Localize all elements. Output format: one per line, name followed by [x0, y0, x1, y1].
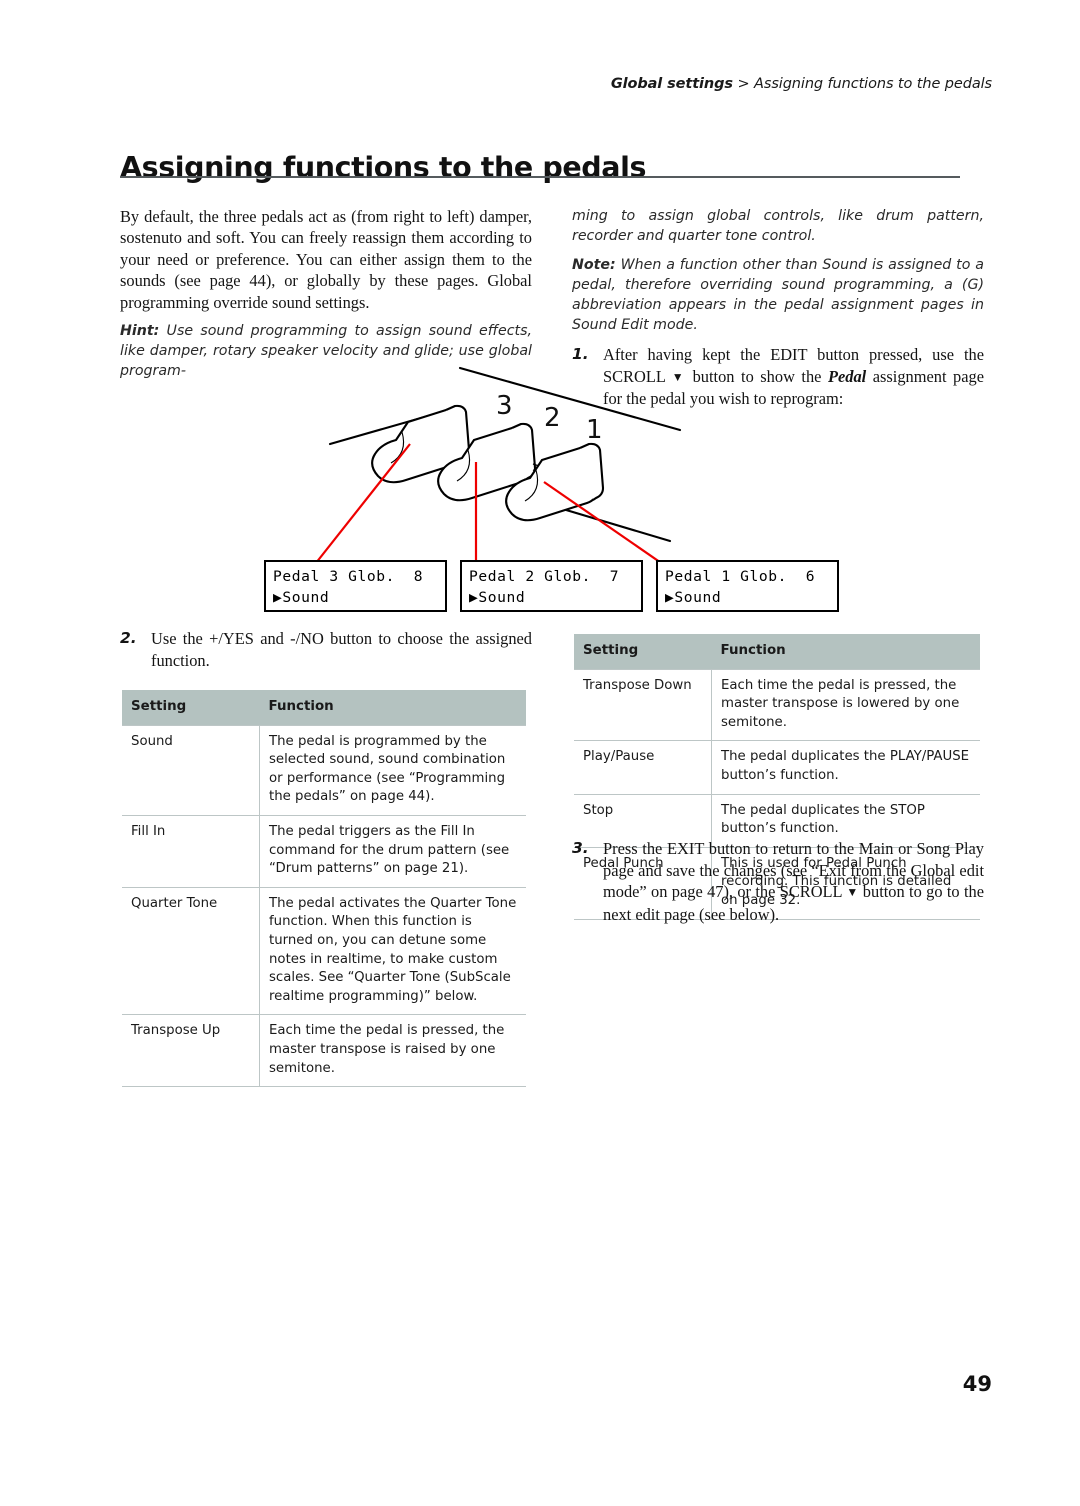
column-header-setting: Setting — [574, 634, 712, 670]
running-header-section: Global settings — [610, 76, 733, 92]
cell-function: Each time the pedal is pressed, the mast… — [711, 668, 980, 742]
lcd-pedal-2-line2: ▶Sound — [469, 589, 526, 606]
lcd-pedal-3-line1: Pedal 3 Glob. 8 — [273, 568, 424, 585]
step-3-number: 3. — [572, 839, 589, 857]
table-header-row: Setting Function — [574, 634, 980, 670]
cell-setting: Play/Pause — [574, 740, 712, 795]
lcd-pedal-1: Pedal 1 Glob. 6 ▶Sound — [656, 560, 839, 612]
scroll-down-arrow-icon: ▼ — [846, 885, 859, 900]
note-text: When a function other than Sound is assi… — [572, 257, 984, 333]
table-row: Play/Pause The pedal duplicates the PLAY… — [574, 740, 980, 795]
page-number: 49 — [962, 1372, 992, 1396]
cell-function: Each time the pedal is pressed, the mast… — [259, 1014, 526, 1088]
table-header-row: Setting Function — [122, 690, 526, 726]
cell-setting: Fill In — [122, 814, 260, 888]
cell-setting: Transpose Up — [122, 1014, 260, 1088]
cell-setting: Quarter Tone — [122, 886, 260, 1016]
title-rule — [120, 176, 960, 178]
cell-function: The pedal activates the Quarter Tone fun… — [259, 886, 526, 1016]
pedal-label-1: 1 — [586, 415, 603, 445]
intro-paragraph: By default, the three pedals act as (fro… — [120, 207, 532, 312]
column-header-setting: Setting — [122, 690, 260, 726]
hint-continuation: ming to assign global controls, like dru… — [572, 208, 984, 244]
running-header: Global settings > Assigning functions to… — [611, 76, 992, 92]
column-header-function: Function — [711, 634, 980, 670]
running-header-topic: Assigning functions to the pedals — [754, 76, 992, 92]
note-paragraph: Note: When a function other than Sound i… — [572, 255, 984, 335]
lcd-pedal-2: Pedal 2 Glob. 7 ▶Sound — [460, 560, 643, 612]
settings-table-left: Setting Function Sound The pedal is prog… — [122, 690, 526, 1088]
step-2-wrapper: 2. Use the +/YES and -/NO button to choos… — [120, 628, 532, 680]
lcd-pedal-1-line2: ▶Sound — [665, 589, 722, 606]
page-title: Assigning functions to the pedals — [120, 151, 647, 185]
step-2-text: Use the +/YES and -/NO button to choose … — [151, 629, 532, 670]
lcd-pedal-2-line1: Pedal 2 Glob. 7 — [469, 568, 620, 585]
lcd-pedal-1-line1: Pedal 1 Glob. 6 — [665, 568, 816, 585]
table-row: Transpose Up Each time the pedal is pres… — [122, 1014, 526, 1088]
hint-label: Hint: — [120, 323, 160, 340]
cell-setting: Sound — [122, 724, 260, 816]
pedal-label-3: 3 — [496, 391, 513, 421]
step-3-wrapper: 3. Press the EXIT button to return to the… — [572, 838, 984, 934]
cell-function: The pedal is programmed by the selected … — [259, 724, 526, 816]
lcd-pedal-3: Pedal 3 Glob. 8 ▶Sound — [264, 560, 447, 612]
column-header-function: Function — [259, 690, 526, 726]
step-3: 3. Press the EXIT button to return to the… — [572, 838, 984, 925]
table-row: Sound The pedal is programmed by the sel… — [122, 724, 526, 816]
note-label: Note: — [572, 257, 616, 273]
step-2-number: 2. — [120, 629, 137, 647]
lcd-pedal-3-line2: ▶Sound — [273, 589, 330, 606]
table-row: Transpose Down Each time the pedal is pr… — [574, 668, 980, 742]
table-row: Fill In The pedal triggers as the Fill I… — [122, 814, 526, 888]
cell-setting: Transpose Down — [574, 668, 712, 742]
table-row: Quarter Tone The pedal activates the Qua… — [122, 886, 526, 1016]
cell-function: The pedal duplicates the PLAY/PAUSE butt… — [711, 740, 980, 795]
cell-function: The pedal triggers as the Fill In comman… — [259, 814, 526, 888]
pedal-label-2: 2 — [544, 403, 561, 433]
lcd-display-row: Pedal 3 Glob. 8 ▶Sound Pedal 2 Glob. 7 ▶… — [264, 560, 850, 612]
running-header-separator: > — [732, 76, 755, 92]
step-2: 2. Use the +/YES and -/NO button to choos… — [120, 628, 532, 671]
